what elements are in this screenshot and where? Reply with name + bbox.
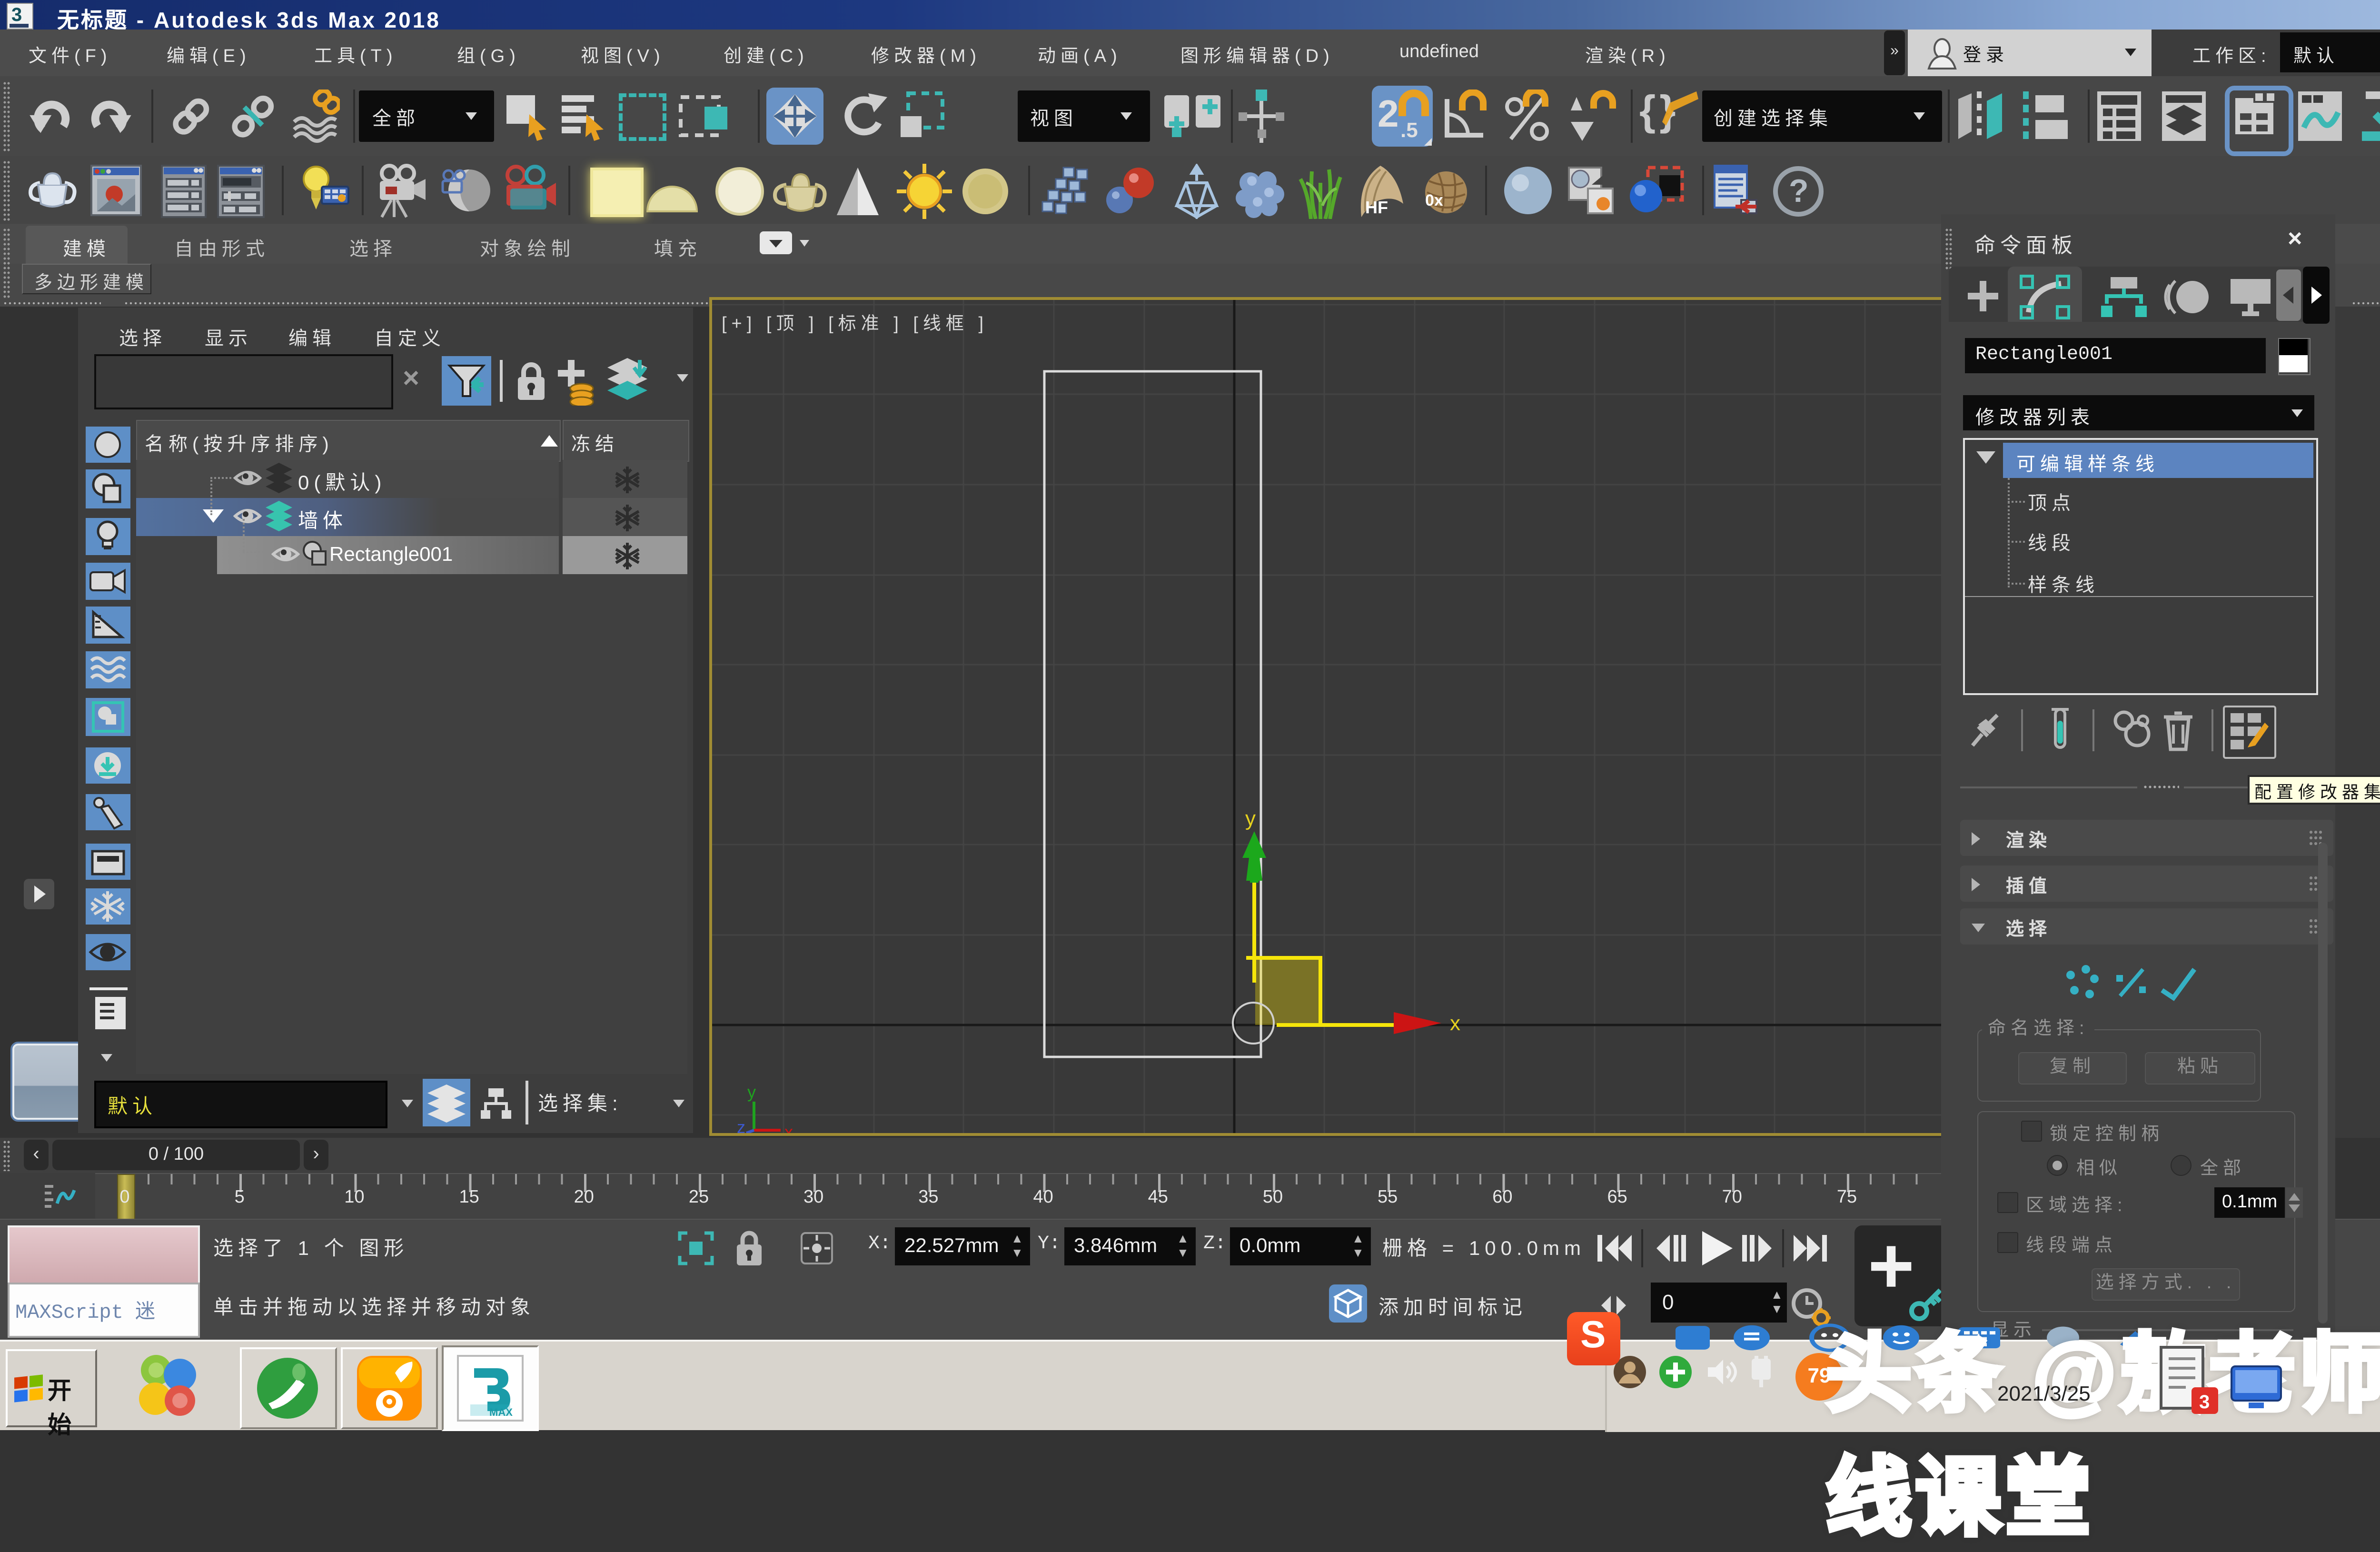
svg-text:MAX: MAX <box>489 1406 513 1418</box>
svg-text:3: 3 <box>2199 1392 2210 1413</box>
svg-text:0x: 0x <box>1425 191 1443 209</box>
svg-text:y: y <box>747 1082 756 1102</box>
svg-text:x: x <box>1450 1012 1460 1035</box>
svg-text:?: ? <box>1789 173 1809 209</box>
svg-text:z: z <box>737 1117 745 1133</box>
svg-text:HF: HF <box>1365 198 1388 217</box>
svg-text:x: x <box>784 1122 793 1133</box>
svg-text:y: y <box>1245 807 1256 830</box>
